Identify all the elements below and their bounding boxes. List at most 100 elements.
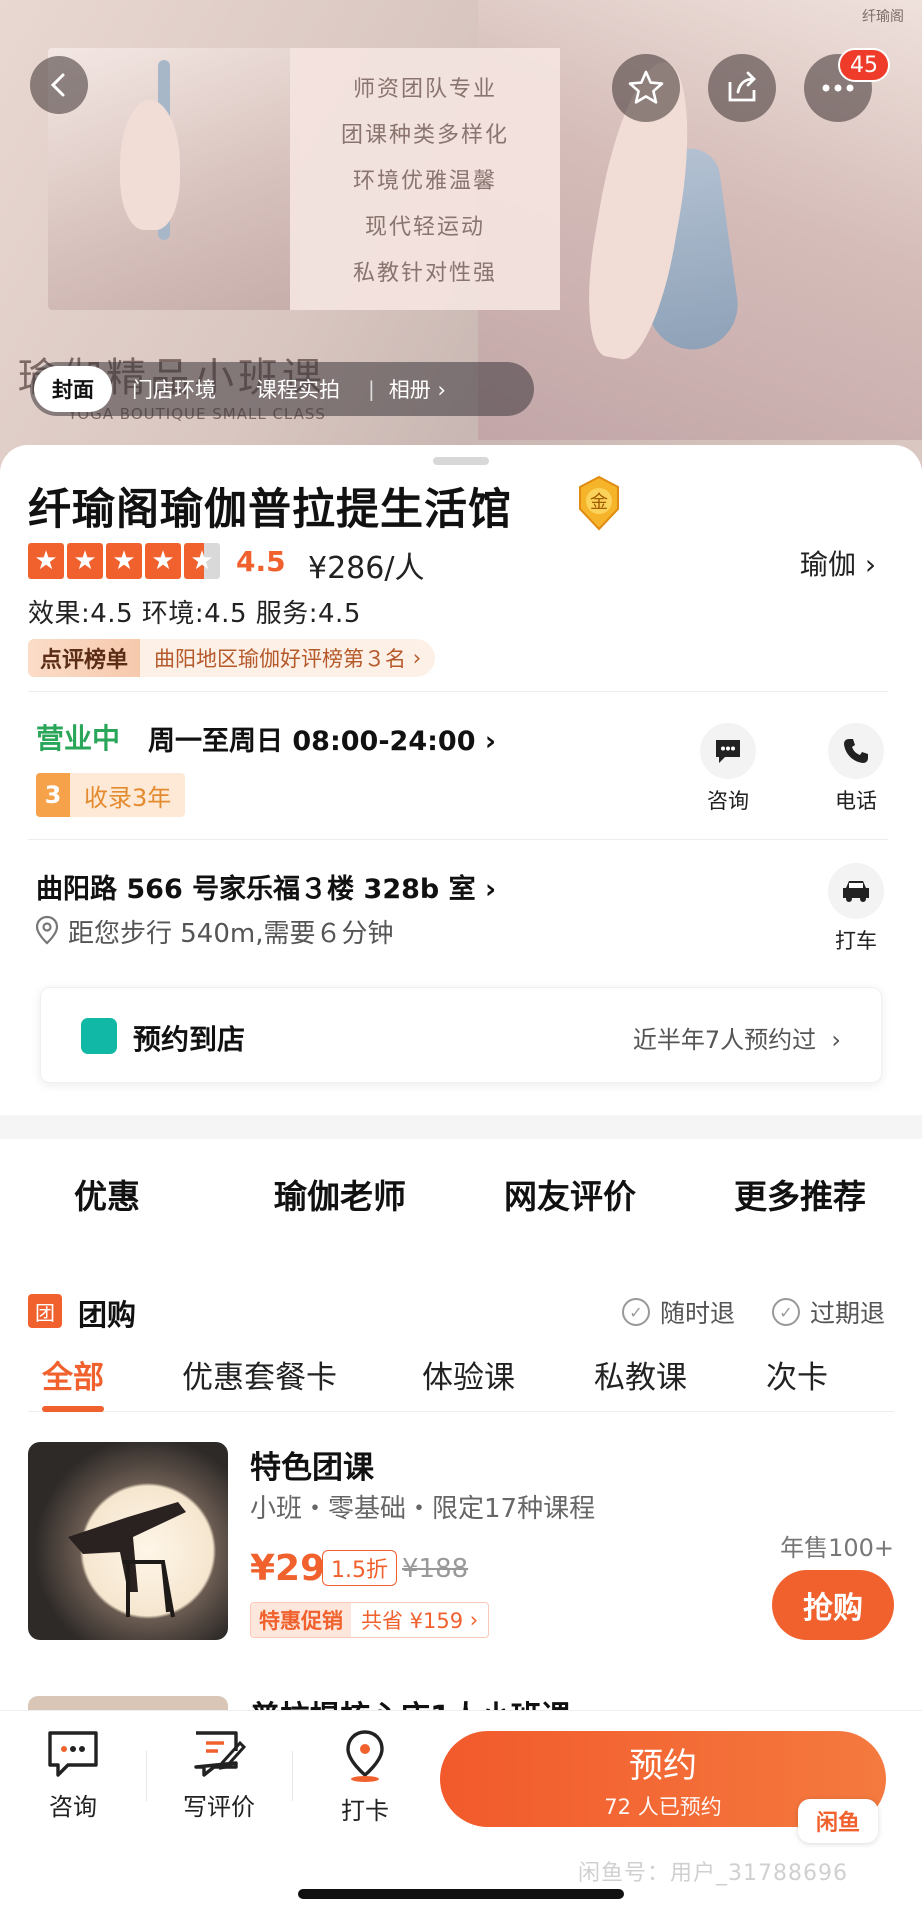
- deal-tags: 小班・零基础・限定17种课程: [250, 1494, 596, 1524]
- chevron-right-icon: ›: [406, 646, 422, 670]
- section-tab-bar: 优惠 瑜伽老师 网友评价 更多推荐: [0, 1170, 922, 1230]
- star-rating: ★ ★ ★ ★ ★: [28, 543, 220, 579]
- promo-savings: 共省 ¥159 ›: [361, 1608, 479, 1633]
- xianyu-logo: 闲鱼: [798, 1799, 878, 1843]
- feature-item: 环境优雅温馨: [352, 169, 497, 194]
- shop-info-card: 纤瑜阁瑜伽普拉提生活馆 金 ★ ★ ★ ★ ★ 4.5 ¥286/人 瑜伽 › …: [0, 445, 922, 1115]
- check-circle-icon: ✓: [772, 1298, 800, 1326]
- share-icon: [728, 71, 756, 102]
- chevron-right-icon: ›: [475, 874, 497, 905]
- filter-tab-pass[interactable]: 次卡: [766, 1352, 828, 1397]
- star-icon: ★: [28, 543, 64, 579]
- share-button[interactable]: [708, 54, 776, 122]
- chevron-right-icon: ›: [437, 378, 446, 402]
- star-icon: ★: [67, 543, 103, 579]
- group-buy-icon: 团: [28, 1294, 62, 1328]
- reserve-button-label: 预约: [629, 1745, 697, 1786]
- chevron-right-icon: ›: [864, 548, 877, 581]
- category-link[interactable]: 瑜伽 ›: [800, 543, 876, 583]
- divider: [292, 1751, 293, 1801]
- location-pin-icon: [346, 1730, 384, 1782]
- write-review-button[interactable]: 写评价: [164, 1729, 274, 1822]
- yoga-figure-left: [120, 100, 180, 230]
- calendar-icon: [81, 1018, 117, 1054]
- reserve-meta: 近半年7人预约过 ›: [632, 1026, 841, 1054]
- filter-tab-all[interactable]: 全部: [42, 1352, 104, 1412]
- rating-score: 4.5: [236, 545, 286, 578]
- check-in-button[interactable]: 打卡: [310, 1729, 420, 1826]
- home-indicator[interactable]: [298, 1889, 624, 1899]
- listed-years-badge: 3 收录3年: [36, 773, 186, 817]
- star-icon: ★: [145, 543, 181, 579]
- phone-button[interactable]: 电话: [816, 723, 896, 815]
- divider: [28, 839, 888, 840]
- taxi-label: 打车: [835, 929, 877, 953]
- discount-badge: 1.5折: [322, 1550, 397, 1586]
- reserve-title: 预约到店: [133, 1023, 246, 1056]
- back-button[interactable]: [30, 56, 88, 114]
- annual-sales: 年售100+: [780, 1534, 894, 1562]
- album-tab-cover[interactable]: 封面: [34, 366, 112, 412]
- album-tab-album[interactable]: 相册 ›: [375, 374, 466, 404]
- hero-banner[interactable]: 师资团队专业 团课种类多样化 环境优雅温馨 现代轻运动 私教针对性强 瑜伽精品小…: [0, 0, 922, 470]
- chat-icon: [700, 723, 756, 779]
- years-number: 3: [36, 773, 70, 817]
- favorite-button[interactable]: [612, 54, 680, 122]
- reserved-count: 72 人已预约: [604, 1794, 722, 1819]
- open-status: 营业中: [36, 722, 121, 755]
- ranking-label: 点评榜单: [28, 639, 141, 677]
- original-price: ¥188: [402, 1554, 469, 1584]
- promo-label: 特惠促销: [251, 1603, 351, 1637]
- next-deal-name: 普拉提核心床1人小班课: [250, 1692, 571, 1710]
- deal-name: 特色团课: [250, 1450, 374, 1486]
- consult-button[interactable]: 咨询: [688, 723, 768, 815]
- address-link[interactable]: 曲阳路 566 号家乐福３楼 328b 室 ›: [36, 867, 496, 906]
- business-hours[interactable]: 周一至周日 08:00-24:00 ›: [148, 719, 496, 758]
- ranking-text: 曲阳地区瑜伽好评榜第３名 ›: [140, 639, 436, 677]
- refund-expired-policy: ✓ 过期退: [772, 1294, 885, 1330]
- brand-logo: 纤瑜阁: [862, 9, 904, 25]
- feature-list: 师资团队专业 团课种类多样化 环境优雅温馨 现代轻运动 私教针对性强: [290, 48, 560, 310]
- star-icon: [628, 70, 664, 104]
- deal-price: ¥29: [250, 1548, 326, 1589]
- album-tab-environment[interactable]: 门店环境: [112, 374, 236, 404]
- feature-item: 私教针对性强: [352, 261, 497, 286]
- gold-medal-icon: 金: [579, 475, 619, 531]
- tab-reviews[interactable]: 网友评价: [504, 1170, 636, 1218]
- price-per-person: ¥286/人: [308, 551, 425, 586]
- tab-more-recommendations[interactable]: 更多推荐: [734, 1170, 866, 1218]
- taxi-button[interactable]: 打车: [816, 863, 896, 955]
- check-in-label: 打卡: [341, 1797, 389, 1825]
- write-review-icon: [194, 1731, 246, 1777]
- ranking-badge[interactable]: 点评榜单 曲阳地区瑜伽好评榜第３名 ›: [28, 639, 436, 677]
- filter-tab-package[interactable]: 优惠套餐卡: [182, 1352, 337, 1397]
- shop-name: 纤瑜阁瑜伽普拉提生活馆: [28, 485, 512, 535]
- filter-tab-trial[interactable]: 体验课: [422, 1352, 515, 1397]
- phone-label: 电话: [835, 789, 877, 813]
- divider: [146, 1751, 147, 1801]
- bottom-action-bar: 咨询 写评价 打卡 预约 72 人已预约 闲鱼 闲鱼号：用户_31788696: [0, 1710, 922, 1920]
- location-pin-icon: [35, 915, 59, 945]
- grab-buy-button[interactable]: 抢购: [772, 1570, 894, 1640]
- reserve-visit-card[interactable]: 预约到店 近半年7人预约过 ›: [40, 987, 882, 1083]
- tab-deals[interactable]: 优惠: [74, 1170, 140, 1222]
- filter-tab-private[interactable]: 私教课: [594, 1352, 687, 1397]
- deal-image: [28, 1442, 228, 1640]
- feature-item: 团课种类多样化: [340, 123, 509, 148]
- deal-item[interactable]: 特色团课 小班・零基础・限定17种课程 ¥29 1.5折 ¥188 特惠促销 共…: [28, 1442, 894, 1642]
- write-review-label: 写评价: [183, 1793, 255, 1821]
- half-star-icon: ★: [184, 543, 220, 579]
- tab-teachers[interactable]: 瑜伽老师: [274, 1170, 406, 1218]
- refund-anytime-policy: ✓ 随时退: [622, 1294, 735, 1330]
- more-icon: [822, 84, 854, 92]
- notification-badge: 45: [838, 48, 890, 82]
- album-tab-course-photos[interactable]: 课程实拍: [236, 374, 360, 404]
- section-gap: [0, 1115, 922, 1139]
- drag-handle[interactable]: [433, 457, 489, 465]
- next-deal-image: [28, 1696, 228, 1710]
- bottom-consult-button[interactable]: 咨询: [18, 1729, 128, 1822]
- years-text: 收录3年: [84, 783, 172, 812]
- tab-divider: |: [368, 377, 375, 401]
- category-label: 瑜伽: [800, 548, 857, 581]
- feature-item: 师资团队专业: [352, 77, 497, 102]
